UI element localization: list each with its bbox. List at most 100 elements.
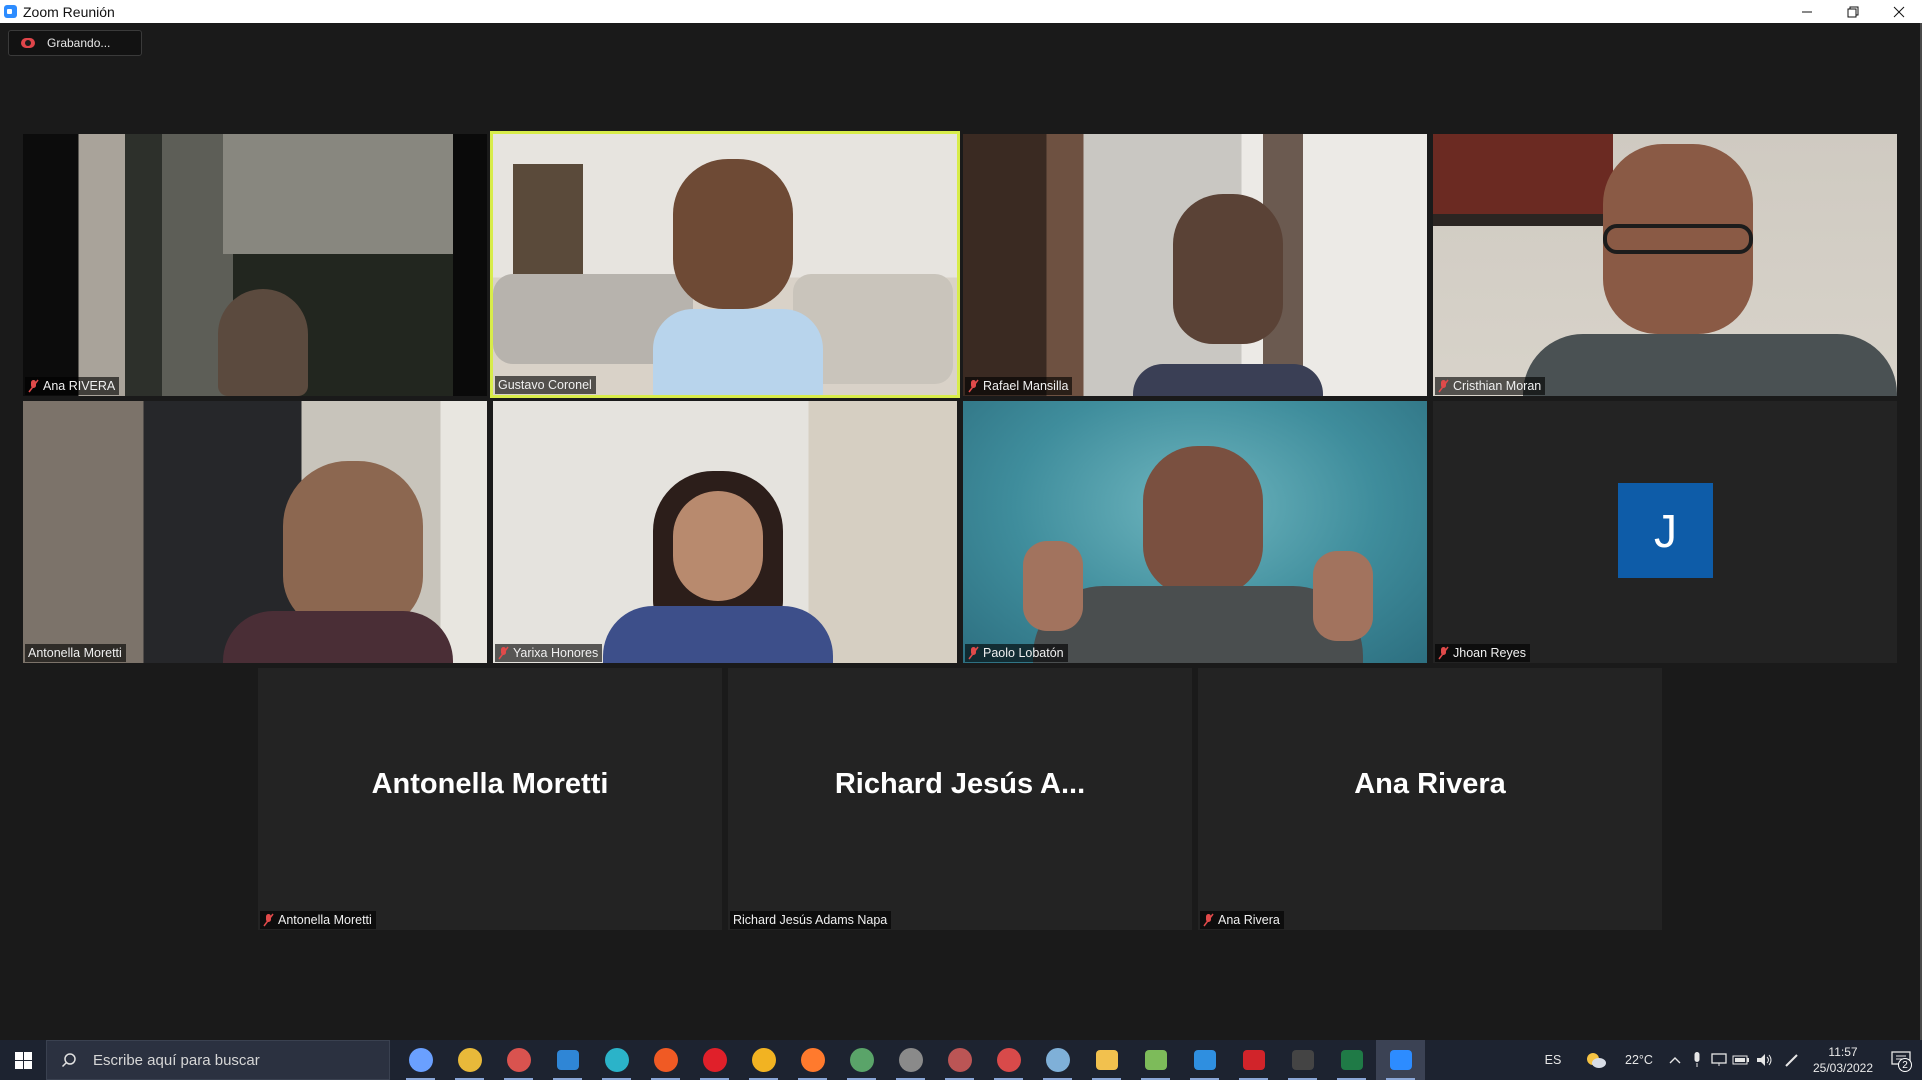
show-hidden-icons-button[interactable] bbox=[1664, 1040, 1686, 1080]
restore-icon bbox=[1847, 6, 1859, 17]
microphone-tray[interactable] bbox=[1686, 1040, 1708, 1080]
participant-name: Antonella Moretti bbox=[278, 913, 372, 927]
taskbar-app-chrome[interactable] bbox=[984, 1040, 1033, 1080]
edge-icon bbox=[604, 1048, 629, 1072]
zoom-icon bbox=[1389, 1050, 1412, 1070]
opera-icon bbox=[702, 1048, 727, 1072]
participant-tile[interactable]: Cristhian Moran bbox=[1433, 134, 1897, 396]
participant-tile[interactable]: J Jhoan Reyes bbox=[1433, 401, 1897, 663]
video-feed bbox=[23, 401, 487, 663]
taskbar-app-chrome[interactable] bbox=[935, 1040, 984, 1080]
system-tray: ES 22°C 11:57 25/03/2022 2 bbox=[1528, 1040, 1922, 1080]
participant-display-name: Antonella Moretti bbox=[371, 768, 609, 800]
participant-tile[interactable]: Ana RIVERA bbox=[23, 134, 487, 396]
taskbar-app-chat[interactable] bbox=[396, 1040, 445, 1080]
participant-name: Richard Jesús Adams Napa bbox=[733, 913, 888, 927]
taskbar-app-folder[interactable] bbox=[1082, 1040, 1131, 1080]
participant-tile[interactable]: Richard Jesús A... Richard Jesús Adams N… bbox=[728, 668, 1192, 930]
pen-tray[interactable] bbox=[1778, 1040, 1806, 1080]
participant-name-tag: Ana Rivera bbox=[1200, 911, 1284, 929]
mic-muted-icon bbox=[968, 379, 979, 393]
search-input[interactable] bbox=[91, 1050, 345, 1070]
chevron-up-icon bbox=[1669, 1057, 1681, 1064]
participant-tile-active-speaker[interactable]: Gustavo Coronel bbox=[490, 131, 960, 398]
minimize-button[interactable] bbox=[1784, 0, 1830, 23]
mic-muted-icon bbox=[1438, 379, 1449, 393]
weather-temp[interactable]: 22°C bbox=[1614, 1040, 1664, 1080]
taskbar-search[interactable] bbox=[46, 1040, 390, 1080]
windows-icon bbox=[14, 1051, 32, 1069]
recording-indicator[interactable]: Grabando... bbox=[8, 30, 142, 56]
participant-avatar: J bbox=[1618, 483, 1713, 578]
clock-time: 11:57 bbox=[1828, 1045, 1858, 1059]
participant-name-tag: Gustavo Coronel bbox=[495, 376, 596, 394]
participant-name-tag: Yarixa Honores bbox=[495, 644, 603, 662]
window-controls bbox=[1784, 0, 1922, 23]
mic-muted-icon bbox=[968, 646, 979, 660]
participant-name-tag: Antonella Moretti bbox=[25, 644, 126, 662]
firefox-icon bbox=[800, 1048, 825, 1072]
taskbar-app-terminal[interactable] bbox=[1278, 1040, 1327, 1080]
pen-icon bbox=[1785, 1054, 1798, 1067]
taskbar-app-paint[interactable] bbox=[1033, 1040, 1082, 1080]
taskbar-app-chrome[interactable] bbox=[886, 1040, 935, 1080]
taskbar-app-edge[interactable] bbox=[592, 1040, 641, 1080]
participant-tile[interactable]: Rafael Mansilla bbox=[963, 134, 1427, 396]
folder-icon bbox=[1095, 1050, 1118, 1070]
participant-tile[interactable]: Paolo Lobatón bbox=[963, 401, 1427, 663]
brave-icon bbox=[653, 1048, 678, 1072]
display-tray[interactable] bbox=[1708, 1040, 1730, 1080]
notification-count: 2 bbox=[1898, 1058, 1912, 1072]
clock[interactable]: 11:57 25/03/2022 bbox=[1806, 1044, 1880, 1076]
volume-tray[interactable] bbox=[1752, 1040, 1778, 1080]
language-indicator[interactable]: ES bbox=[1528, 1040, 1578, 1080]
close-button[interactable] bbox=[1876, 0, 1922, 23]
taskbar-app-chrome[interactable] bbox=[494, 1040, 543, 1080]
battery-tray[interactable] bbox=[1730, 1040, 1752, 1080]
chrome-icon bbox=[457, 1048, 482, 1072]
restore-button[interactable] bbox=[1830, 0, 1876, 23]
chrome-icon bbox=[996, 1048, 1021, 1072]
participant-tile[interactable]: Ana Rivera Ana Rivera bbox=[1198, 668, 1662, 930]
zoom-icon bbox=[4, 5, 17, 18]
clock-date: 25/03/2022 bbox=[1812, 1061, 1874, 1075]
participant-name: Rafael Mansilla bbox=[983, 379, 1069, 393]
participant-name: Antonella Moretti bbox=[28, 646, 122, 660]
taskbar-app-opera[interactable] bbox=[690, 1040, 739, 1080]
participant-tile[interactable]: Antonella Moretti bbox=[23, 401, 487, 663]
participant-name-tag: Paolo Lobatón bbox=[965, 644, 1068, 662]
taskbar-apps bbox=[396, 1040, 1425, 1080]
taskbar-app-brave[interactable] bbox=[641, 1040, 690, 1080]
taskbar-app-firefox[interactable] bbox=[788, 1040, 837, 1080]
taskbar-app-chrome[interactable] bbox=[837, 1040, 886, 1080]
chrome-icon bbox=[506, 1048, 531, 1072]
taskbar-app-pdf[interactable] bbox=[1229, 1040, 1278, 1080]
taskbar-app-mail[interactable] bbox=[543, 1040, 592, 1080]
cloud-record-icon bbox=[21, 38, 35, 48]
taskbar-app-zoom[interactable] bbox=[1376, 1040, 1425, 1080]
taskbar-app-notepad[interactable] bbox=[1131, 1040, 1180, 1080]
participant-tile[interactable]: Yarixa Honores bbox=[493, 401, 957, 663]
taskbar-app-vscode[interactable] bbox=[1180, 1040, 1229, 1080]
participant-tile[interactable]: Antonella Moretti Antonella Moretti bbox=[258, 668, 722, 930]
speaker-icon bbox=[1757, 1054, 1772, 1066]
window-title: Zoom Reunión bbox=[23, 3, 115, 20]
video-feed bbox=[23, 134, 487, 396]
mail-icon bbox=[556, 1050, 579, 1070]
search-icon bbox=[61, 1053, 76, 1068]
start-button[interactable] bbox=[0, 1040, 46, 1080]
taskbar-app-vpn[interactable] bbox=[739, 1040, 788, 1080]
taskbar-app-chrome[interactable] bbox=[445, 1040, 494, 1080]
notifications-button[interactable]: 2 bbox=[1880, 1040, 1922, 1080]
taskbar-app-excel[interactable] bbox=[1327, 1040, 1376, 1080]
participant-name: Ana RIVERA bbox=[43, 379, 116, 393]
taskbar: ES 22°C 11:57 25/03/2022 bbox=[0, 1040, 1922, 1080]
title-bar: Zoom Reunión bbox=[0, 0, 1922, 23]
participant-name: Ana Rivera bbox=[1218, 913, 1280, 927]
video-feed bbox=[493, 401, 957, 663]
video-feed bbox=[963, 134, 1427, 396]
vpn-icon bbox=[751, 1048, 776, 1072]
mic-muted-icon bbox=[263, 913, 274, 927]
pdf-icon bbox=[1242, 1050, 1265, 1070]
weather-button[interactable] bbox=[1578, 1040, 1614, 1080]
